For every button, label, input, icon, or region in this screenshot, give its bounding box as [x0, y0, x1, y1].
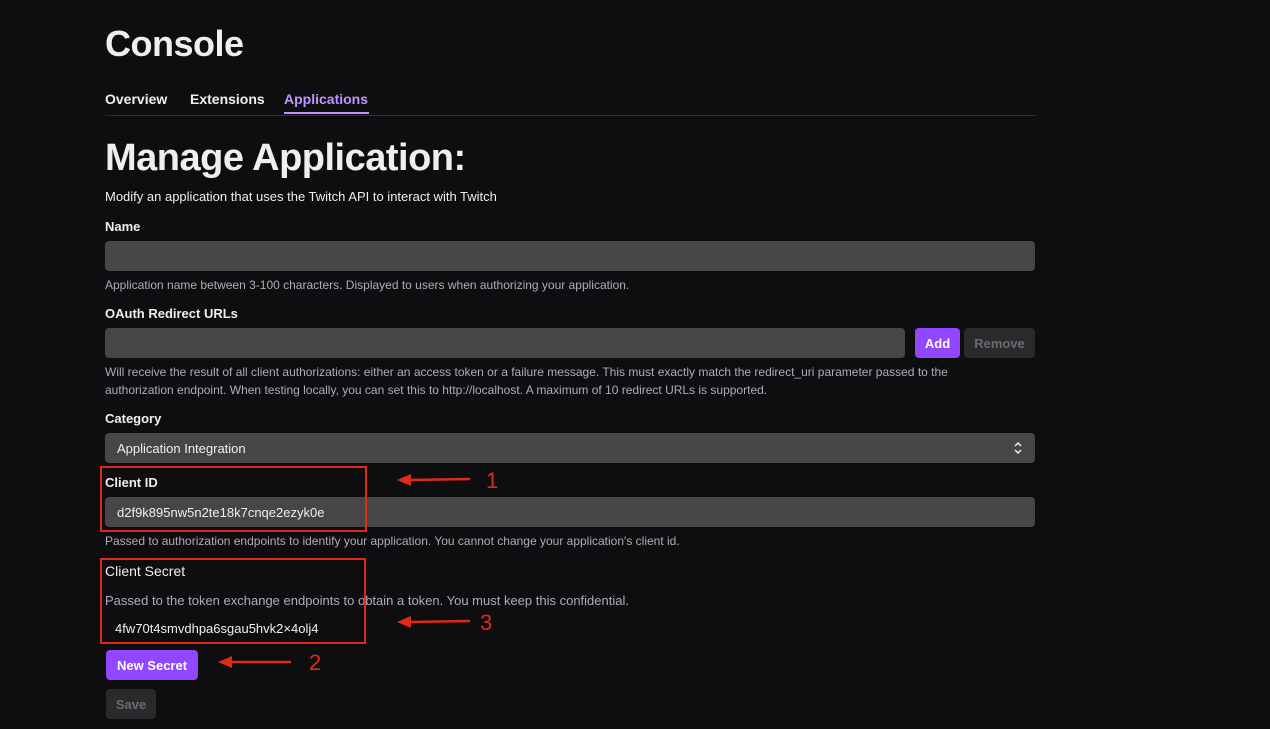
name-input[interactable] [105, 241, 1035, 271]
add-redirect-button[interactable]: Add [915, 328, 960, 358]
tab-applications[interactable]: Applications [284, 90, 368, 108]
annotation-number-2: 2 [309, 650, 322, 675]
redirect-help-line2: authorization endpoint. When testing loc… [105, 383, 768, 397]
tab-overview[interactable]: Overview [105, 90, 167, 108]
annotation-arrow-1-icon [397, 474, 471, 486]
name-help: Application name between 3-100 character… [105, 278, 630, 292]
annotation-arrow-3-icon [397, 616, 471, 628]
save-button[interactable]: Save [106, 689, 156, 719]
annotation-number-1: 1 [486, 468, 499, 493]
name-label: Name [105, 219, 141, 234]
annotation-arrow-2-icon [218, 656, 291, 668]
annotation-box-client-secret [100, 558, 366, 644]
redirect-url-input[interactable] [105, 328, 905, 358]
category-label: Category [105, 411, 162, 426]
redirect-label: OAuth Redirect URLs [105, 306, 238, 321]
tab-divider [105, 115, 1035, 116]
active-tab-indicator [284, 112, 369, 114]
client-id-help: Passed to authorization endpoints to ide… [105, 534, 680, 548]
select-chevron-icon [1013, 441, 1023, 455]
page-title: Manage Application: [105, 137, 466, 179]
remove-redirect-button[interactable]: Remove [964, 328, 1035, 358]
tab-extensions[interactable]: Extensions [190, 90, 265, 108]
page-subtitle: Modify an application that uses the Twit… [105, 189, 497, 204]
category-selected-value: Application Integration [117, 440, 246, 456]
new-secret-button[interactable]: New Secret [106, 650, 198, 680]
console-title: Console [105, 23, 244, 64]
category-select[interactable]: Application Integration [105, 433, 1035, 463]
redirect-help-line1: Will receive the result of all client au… [105, 365, 948, 379]
annotation-number-3: 3 [480, 610, 493, 635]
annotation-box-client-id [100, 466, 367, 532]
